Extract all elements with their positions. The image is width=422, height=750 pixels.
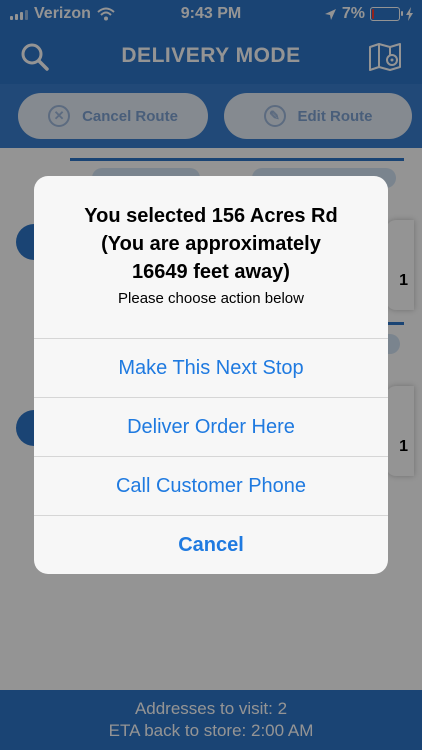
make-next-stop-button[interactable]: Make This Next Stop — [34, 338, 388, 397]
call-customer-button[interactable]: Call Customer Phone — [34, 456, 388, 515]
deliver-order-button[interactable]: Deliver Order Here — [34, 397, 388, 456]
alert-title-line: You selected 156 Acres Rd — [84, 205, 338, 227]
action-alert: You selected 156 Acres Rd (You are appro… — [34, 176, 388, 574]
alert-title: You selected 156 Acres Rd (You are appro… — [50, 202, 372, 286]
alert-header: You selected 156 Acres Rd (You are appro… — [34, 176, 388, 338]
cancel-button[interactable]: Cancel — [34, 515, 388, 574]
alert-message: Please choose action below — [118, 290, 304, 307]
alert-title-line: (You are approximately — [101, 233, 321, 255]
alert-title-line: 16649 feet away) — [132, 261, 290, 283]
